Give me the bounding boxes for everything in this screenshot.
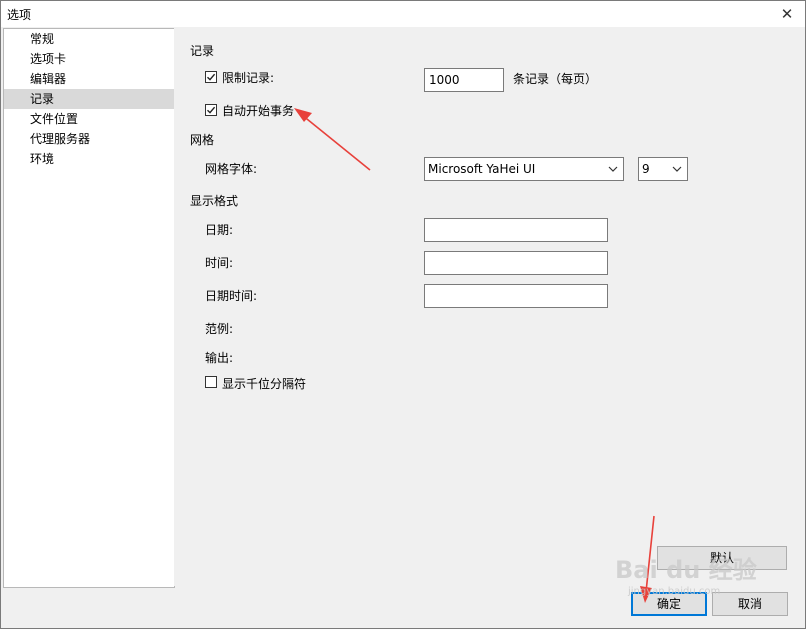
sidebar-item-proxy[interactable]: 代理服务器 xyxy=(4,129,174,149)
default-button[interactable]: 默认 xyxy=(657,546,787,570)
time-format-label: 时间: xyxy=(205,256,234,270)
sidebar-item-label: 环境 xyxy=(30,152,55,166)
grid-font-size-value: 9 xyxy=(642,162,650,176)
sidebar-item-general[interactable]: 常规 xyxy=(4,29,174,49)
date-format-input[interactable] xyxy=(424,218,608,242)
limit-records-checkbox[interactable] xyxy=(205,71,217,83)
thousands-separator-checkbox[interactable] xyxy=(205,376,217,388)
grid-font-select[interactable]: Microsoft YaHei UI xyxy=(424,157,624,181)
sidebar-item-label: 常规 xyxy=(30,32,55,46)
display-format-section-title: 显示格式 xyxy=(190,194,239,208)
window-title: 选项 xyxy=(7,8,32,22)
options-dialog: 选项 ✕ 常规 选项卡 编辑器 记录 文件位置 代理服务器 环境 记录 限制记录… xyxy=(0,0,806,629)
records-section-title: 记录 xyxy=(190,44,215,58)
sidebar-item-label: 编辑器 xyxy=(30,72,67,86)
grid-font-size-select[interactable]: 9 xyxy=(638,157,688,181)
checkmark-icon xyxy=(207,73,216,81)
sidebar-item-label: 选项卡 xyxy=(30,52,67,66)
chevron-down-icon xyxy=(608,166,618,172)
sidebar-item-environment[interactable]: 环境 xyxy=(4,149,174,169)
sidebar-item-tabs[interactable]: 选项卡 xyxy=(4,49,174,69)
cancel-button[interactable]: 取消 xyxy=(712,592,788,616)
sidebar-item-label: 记录 xyxy=(30,92,55,106)
sidebar-item-label: 文件位置 xyxy=(30,112,79,126)
limit-records-suffix: 条记录（每页） xyxy=(513,72,598,86)
sidebar-item-label: 代理服务器 xyxy=(30,132,91,146)
limit-records-label: 限制记录: xyxy=(222,71,275,85)
grid-section-title: 网格 xyxy=(190,133,215,147)
checkmark-icon xyxy=(207,106,216,114)
settings-panel: 记录 限制记录: 条记录（每页） 自动开始事务 网格 网格字体: Microso… xyxy=(174,28,805,586)
sidebar-item-file-location[interactable]: 文件位置 xyxy=(4,109,174,129)
grid-font-value: Microsoft YaHei UI xyxy=(428,162,536,176)
auto-transaction-checkbox[interactable] xyxy=(205,104,217,116)
datetime-format-label: 日期时间: xyxy=(205,289,258,303)
sidebar-item-records[interactable]: 记录 xyxy=(4,89,174,109)
datetime-format-input[interactable] xyxy=(424,284,608,308)
category-list: 常规 选项卡 编辑器 记录 文件位置 代理服务器 环境 xyxy=(3,28,175,588)
example-label: 范例: xyxy=(205,322,234,336)
ok-button[interactable]: 确定 xyxy=(631,592,707,616)
thousands-separator-label: 显示千位分隔符 xyxy=(222,377,307,391)
chevron-down-icon xyxy=(672,166,682,172)
title-bar: 选项 ✕ xyxy=(1,1,805,27)
output-label: 输出: xyxy=(205,351,234,365)
time-format-input[interactable] xyxy=(424,251,608,275)
date-format-label: 日期: xyxy=(205,223,234,237)
close-icon[interactable]: ✕ xyxy=(775,2,799,26)
grid-font-label: 网格字体: xyxy=(205,162,258,176)
limit-records-input[interactable] xyxy=(424,68,504,92)
auto-transaction-label: 自动开始事务 xyxy=(222,104,295,118)
sidebar-item-editor[interactable]: 编辑器 xyxy=(4,69,174,89)
